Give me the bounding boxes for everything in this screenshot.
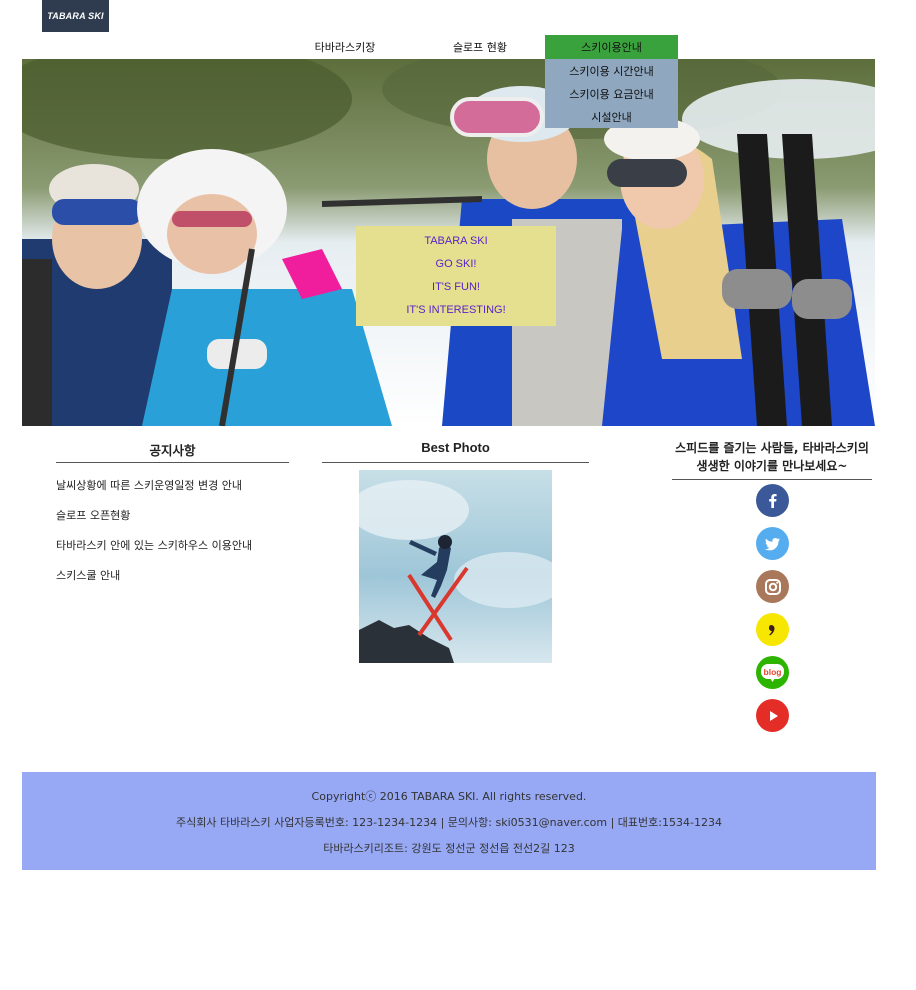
nav-item-resort[interactable]: 타바라스키장 <box>290 35 400 59</box>
hero-slogan-line: TABARA SKI <box>424 235 488 247</box>
instagram-icon[interactable] <box>756 570 789 603</box>
social-title: 스피드를 즐기는 사람들, 타바라스키의 생생한 이야기를 만나보세요~ <box>675 441 869 473</box>
hero-slogan-line: IT'S FUN! <box>432 281 480 293</box>
notice-divider <box>56 462 289 463</box>
hero-slogan-box: TABARA SKI GO SKI! IT'S FUN! IT'S INTERE… <box>356 226 556 326</box>
best-photo-image[interactable] <box>359 470 552 663</box>
notice-item[interactable]: 날씨상황에 따른 스키운영일정 변경 안내 <box>56 478 316 508</box>
nav-item-ski-guide[interactable]: 스키이용안내 <box>545 35 678 59</box>
kakaostory-icon[interactable] <box>756 613 789 646</box>
youtube-icon[interactable] <box>756 699 789 732</box>
blog-icon[interactable]: blog <box>756 656 789 689</box>
footer-address: 타바라스키리조트: 강원도 정선군 정선읍 전선2길 123 <box>323 842 575 855</box>
footer-company-info: 주식회사 타바라스키 사업자등록번호: 123-1234-1234 | 문의사항… <box>176 816 722 829</box>
hero-slogan-line: IT'S INTERESTING! <box>406 304 506 316</box>
blog-icon-label: blog <box>764 667 782 677</box>
best-photo-title: Best Photo <box>421 440 490 455</box>
facebook-icon[interactable] <box>756 484 789 517</box>
notice-item[interactable]: 스키스쿨 안내 <box>56 568 316 598</box>
hero-slogan-line: GO SKI! <box>435 258 477 270</box>
notice-title: 공지사항 <box>149 443 196 458</box>
twitter-icon[interactable] <box>756 527 789 560</box>
notice-item[interactable]: 타바라스키 안에 있는 스키하우스 이용안내 <box>56 538 316 568</box>
best-photo-divider <box>322 462 589 463</box>
site-logo[interactable]: TABARA SKI <box>42 0 109 32</box>
dropdown-item-time-guide[interactable]: 스키이용 시간안내 <box>545 59 678 82</box>
dropdown-item-facility-guide[interactable]: 시설안내 <box>545 105 678 128</box>
notice-item[interactable]: 슬로프 오픈현황 <box>56 508 316 538</box>
nav-item-slope-status[interactable]: 슬로프 현황 <box>425 35 535 59</box>
notice-list: 날씨상황에 따른 스키운영일정 변경 안내 슬로프 오픈현황 타바라스키 안에 … <box>56 478 316 598</box>
nav-dropdown-menu: 스키이용 시간안내 스키이용 요금안내 시설안내 <box>545 59 678 128</box>
footer-copyright: Copyrightⓒ 2016 TABARA SKI. All rights r… <box>311 790 587 803</box>
footer: Copyrightⓒ 2016 TABARA SKI. All rights r… <box>22 772 876 870</box>
logo-text: TABARA SKI <box>47 11 104 21</box>
dropdown-item-fee-guide[interactable]: 스키이용 요금안내 <box>545 82 678 105</box>
social-divider <box>672 479 872 480</box>
